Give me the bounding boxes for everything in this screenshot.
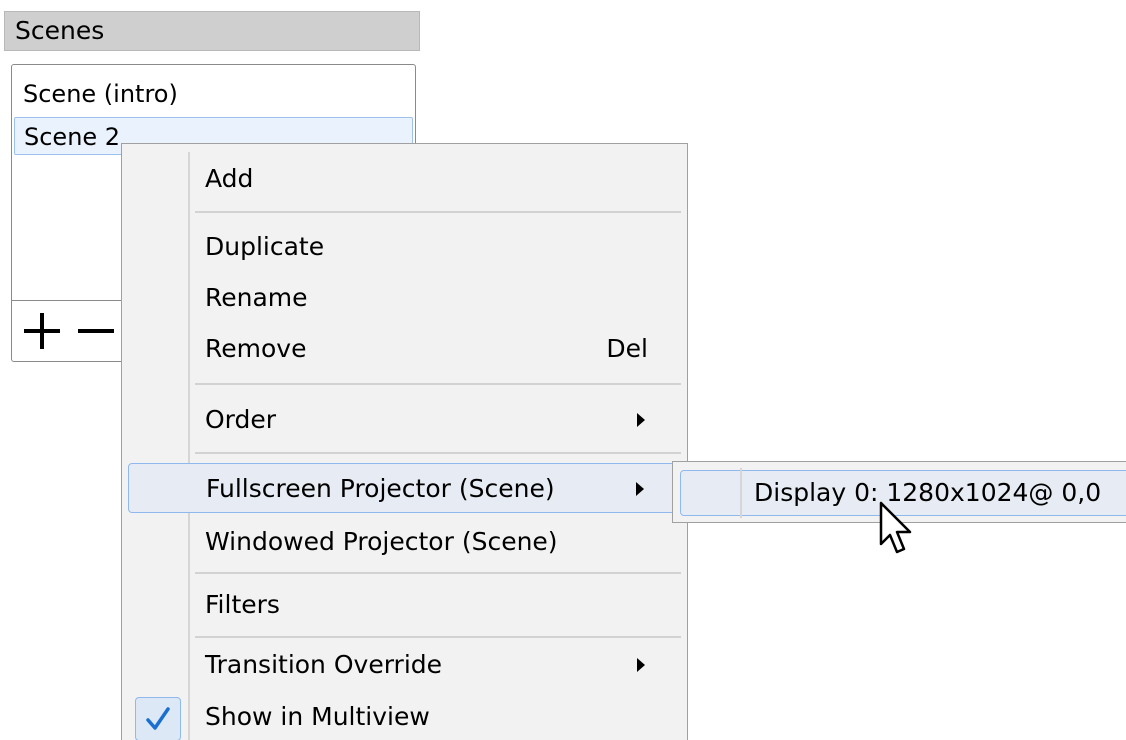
menu-item-label: Rename — [205, 283, 308, 312]
shortcut-label: Del — [606, 334, 648, 363]
submenu-arrow-icon — [637, 413, 645, 427]
menu-separator — [195, 572, 681, 574]
scene-context-menu: Add Duplicate Rename Remove Del Order Fu… — [121, 143, 688, 740]
mouse-cursor-icon — [879, 501, 912, 554]
menu-separator — [195, 383, 681, 385]
menu-item-duplicate[interactable]: Duplicate — [128, 222, 679, 272]
menu-item-order[interactable]: Order — [128, 395, 679, 445]
menu-item-show-in-multiview[interactable]: Show in Multiview — [128, 692, 679, 740]
menu-item-add[interactable]: Add — [128, 154, 679, 204]
scene-list-toolbar — [11, 300, 131, 362]
menu-item-windowed-projector[interactable]: Windowed Projector (Scene) — [128, 517, 679, 567]
plus-icon — [24, 313, 60, 349]
menu-item-transition-override[interactable]: Transition Override — [128, 640, 679, 690]
checkmark-box — [135, 697, 181, 740]
submenu-arrow-icon — [636, 482, 644, 496]
menu-item-filters[interactable]: Filters — [128, 580, 679, 630]
checkmark-icon — [146, 707, 170, 730]
add-scene-button[interactable] — [17, 307, 67, 355]
minus-icon — [78, 329, 114, 333]
menu-separator — [195, 452, 681, 454]
menu-item-remove[interactable]: Remove Del — [128, 324, 679, 374]
menu-item-fullscreen-projector[interactable]: Fullscreen Projector (Scene) — [128, 463, 679, 513]
menu-item-label: Remove — [205, 334, 307, 363]
app-root: Scenes Scene (intro) Scene 2 Add Duplica… — [0, 0, 1126, 740]
menu-item-label: Order — [205, 405, 277, 434]
scenes-dock-title: Scenes — [4, 11, 420, 51]
scene-list-item[interactable]: Scene (intro) — [14, 75, 413, 113]
menu-item-label: Add — [205, 164, 254, 193]
menu-item-label: Windowed Projector (Scene) — [205, 527, 558, 556]
menu-item-rename[interactable]: Rename — [128, 273, 679, 323]
menu-item-label: Display 0: 1280x1024@ 0,0 — [754, 478, 1102, 507]
remove-scene-button[interactable] — [71, 307, 121, 355]
menu-separator — [195, 211, 681, 213]
menu-item-label: Filters — [205, 590, 280, 619]
submenu-arrow-icon — [637, 658, 645, 672]
menu-item-label: Transition Override — [205, 650, 443, 679]
menu-separator — [195, 636, 681, 638]
menu-item-label: Fullscreen Projector (Scene) — [206, 474, 555, 503]
submenu-gutter-divider — [740, 468, 742, 518]
menu-item-label: Duplicate — [205, 232, 325, 261]
menu-item-label: Show in Multiview — [205, 702, 430, 731]
